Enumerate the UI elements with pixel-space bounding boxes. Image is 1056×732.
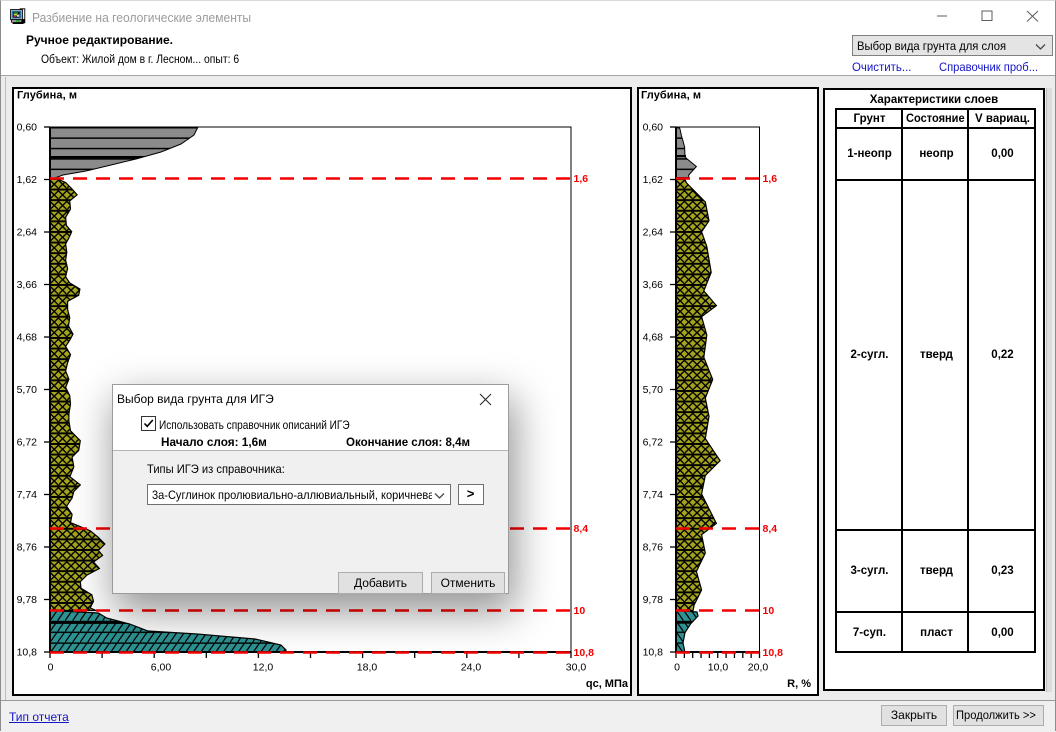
svg-text:7,74: 7,74	[643, 489, 664, 501]
svg-text:8,4: 8,4	[574, 523, 589, 535]
svg-text:6,72: 6,72	[17, 437, 38, 449]
svg-text:Глубина, м: Глубина, м	[641, 90, 701, 102]
svg-text:8,4: 8,4	[763, 523, 778, 535]
svg-text:12,0: 12,0	[253, 662, 274, 674]
svg-text:30,0: 30,0	[566, 662, 587, 674]
svg-text:4,68: 4,68	[17, 332, 38, 344]
svg-text:20,0: 20,0	[748, 662, 769, 674]
svg-text:qc, МПа: qc, МПа	[586, 678, 629, 690]
svg-text:3,66: 3,66	[17, 279, 38, 291]
svg-text:9,78: 9,78	[17, 594, 38, 606]
svg-text:8,76: 8,76	[643, 542, 664, 554]
svg-text:6,00: 6,00	[151, 662, 172, 674]
svg-text:2,64: 2,64	[643, 227, 664, 239]
svg-text:10,8: 10,8	[17, 647, 38, 659]
svg-text:0,60: 0,60	[17, 122, 38, 134]
svg-text:4,68: 4,68	[643, 332, 664, 344]
svg-text:Глубина, м: Глубина, м	[17, 90, 77, 102]
svg-text:6,72: 6,72	[643, 437, 664, 449]
svg-text:R, %: R, %	[787, 678, 811, 690]
svg-text:1,62: 1,62	[17, 174, 38, 186]
svg-text:1,62: 1,62	[643, 174, 664, 186]
svg-text:7,74: 7,74	[17, 489, 38, 501]
svg-text:5,70: 5,70	[17, 384, 38, 396]
svg-text:10: 10	[574, 605, 586, 617]
svg-text:3,66: 3,66	[643, 279, 664, 291]
svg-text:0: 0	[674, 662, 680, 674]
svg-text:24,0: 24,0	[461, 662, 482, 674]
svg-text:1,6: 1,6	[574, 173, 589, 185]
svg-text:18,0: 18,0	[357, 662, 378, 674]
svg-text:8,76: 8,76	[17, 542, 38, 554]
svg-text:1,6: 1,6	[763, 173, 778, 185]
svg-text:0,60: 0,60	[643, 122, 664, 134]
svg-text:0: 0	[48, 662, 54, 674]
svg-text:9,78: 9,78	[643, 594, 664, 606]
svg-text:10: 10	[763, 605, 775, 617]
svg-text:10,8: 10,8	[574, 647, 595, 659]
svg-text:10,8: 10,8	[763, 647, 784, 659]
svg-text:2,64: 2,64	[17, 227, 38, 239]
svg-text:10,0: 10,0	[708, 662, 729, 674]
svg-text:10,8: 10,8	[643, 647, 664, 659]
svg-text:5,70: 5,70	[643, 384, 664, 396]
